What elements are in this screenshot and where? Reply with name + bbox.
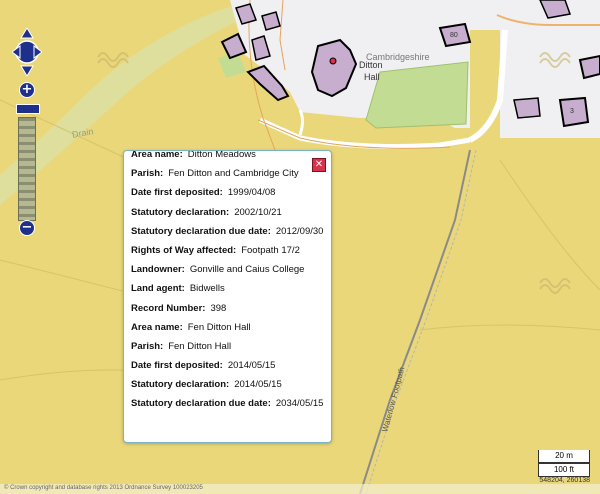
popup-row-value: 2014/05/15	[227, 360, 276, 372]
place-label-ditton: Ditton	[359, 60, 383, 70]
popup-row-value: 2002/10/21	[234, 206, 282, 218]
place-label-hall: Hall	[364, 72, 380, 82]
popup-row-key: Parish:	[131, 340, 164, 352]
popup-row: Land agent: Bidwells	[131, 279, 321, 298]
popup-row: Area name: Fen Ditton Hall	[131, 318, 321, 337]
popup-row-key: Land agent:	[131, 283, 185, 295]
popup-row-value: Bidwells	[189, 283, 225, 295]
scale-imperial: 100 ft	[538, 463, 590, 477]
popup-row: Parish: Fen Ditton and Cambridge City	[131, 164, 321, 183]
popup-row: Statutory declaration: 2014/05/15	[131, 375, 321, 394]
popup-row-key: Landowner:	[131, 264, 185, 276]
popup-row-value: Fen Ditton and Cambridge City	[168, 168, 299, 180]
popup-row: Landowner: Gonville and Caius College	[131, 260, 321, 279]
copyright-text: © Crown copyright and database rights 20…	[4, 485, 203, 491]
popup-row-value: 2012/09/30	[275, 225, 324, 237]
popup-row: Statutory declaration due date: 2034/05/1…	[131, 394, 324, 413]
popup-row: Date first deposited: 2014/05/15	[131, 356, 321, 375]
pan-arrows-icon[interactable]	[12, 28, 42, 76]
popup-row-key: Date first deposited:	[131, 360, 223, 372]
popup-row: Date first deposited: 1999/04/08	[131, 183, 321, 202]
popup-row-value: 1999/04/08	[227, 187, 276, 199]
popup-row-value: 2014/05/15	[234, 379, 282, 391]
popup-row-key: Statutory declaration:	[131, 206, 230, 218]
coordinate-readout: 548204, 260138	[539, 477, 590, 484]
record-popup: Area name: Ditton Meadows Parish: Fen Ditto…	[123, 150, 332, 443]
popup-row-value: 2034/05/15	[275, 398, 324, 410]
house-number-3: 3	[570, 108, 574, 115]
popup-row-key: Date first deposited:	[131, 187, 223, 199]
zoom-out-button[interactable]: −	[19, 220, 35, 236]
scale-bar: 20 m 100 ft 548204, 260138	[538, 450, 590, 484]
scale-metric: 20 m	[538, 450, 590, 463]
popup-row-value: Fen Ditton Hall	[187, 321, 251, 333]
popup-row-key: Statutory declaration due date:	[131, 398, 271, 410]
popup-row-value: Fen Ditton Hall	[168, 340, 232, 352]
popup-row-key: Record Number:	[131, 302, 206, 314]
popup-body: Area name: Ditton Meadows Parish: Fen Ditto…	[131, 150, 324, 414]
popup-row-key: Statutory declaration:	[131, 379, 230, 391]
popup-row-value: 398	[210, 302, 227, 314]
popup-row: Rights of Way affected: Footpath 17/2	[131, 241, 321, 260]
popup-row-value: Footpath 17/2	[241, 244, 300, 256]
close-icon[interactable]: ✕	[312, 158, 326, 172]
popup-row: Record Number: 398	[131, 299, 321, 318]
popup-row-key: Area name:	[131, 150, 183, 160]
popup-row-value: Gonville and Caius College	[189, 264, 305, 276]
popup-row-key: Parish:	[131, 168, 164, 180]
popup-row-key: Area name:	[131, 321, 183, 333]
zoom-in-button[interactable]: +	[19, 82, 35, 98]
popup-row-key: Statutory declaration due date:	[131, 225, 271, 237]
popup-row: Parish: Fen Ditton Hall	[131, 337, 321, 356]
popup-row: Statutory declaration due date: 2012/09/3…	[131, 222, 324, 241]
popup-row: Area name: Ditton Meadows	[131, 150, 321, 164]
zoom-slider[interactable]	[18, 117, 36, 221]
popup-row-value: Ditton Meadows	[187, 150, 256, 160]
house-number-80: 80	[450, 32, 458, 39]
popup-row-key: Rights of Way affected:	[131, 244, 237, 256]
zoom-slider-handle[interactable]	[16, 104, 40, 114]
popup-row: Statutory declaration: 2002/10/21	[131, 203, 321, 222]
